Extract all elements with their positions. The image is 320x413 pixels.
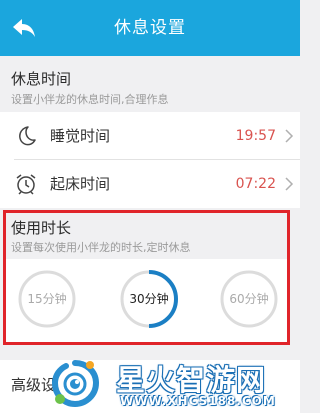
watermark-logo-icon [51,360,100,408]
rest-time-section-header: 休息时间 设置小伴龙的休息时间,合理作息 [0,56,300,112]
wakeup-time-value: 07:22 [235,176,276,192]
alarm-clock-icon [16,174,36,195]
moon-icon [19,126,36,146]
page-title: 休息设置 [114,18,186,38]
header-bar: 休息设置 [0,0,300,56]
bedtime-row[interactable]: 睡觉时间 19:57 [0,112,300,160]
usage-duration-highlight [3,210,290,345]
watermark: 星火智游网 WWW.XHCS188.COM [46,355,300,413]
watermark-title: 星火智游网 [116,363,267,397]
bedtime-label: 睡觉时间 [50,127,111,145]
chevron-right-icon [285,129,294,143]
bedtime-value: 19:57 [235,128,276,144]
watermark-url: WWW.XHCS188.COM [120,394,276,408]
rest-time-title: 休息时间 [11,70,72,88]
wakeup-time-label: 起床时间 [50,175,111,193]
rest-time-description: 设置小伴龙的休息时间,合理作息 [11,93,169,106]
chevron-right-icon [285,177,294,191]
wakeup-time-row[interactable]: 起床时间 07:22 [0,160,300,208]
